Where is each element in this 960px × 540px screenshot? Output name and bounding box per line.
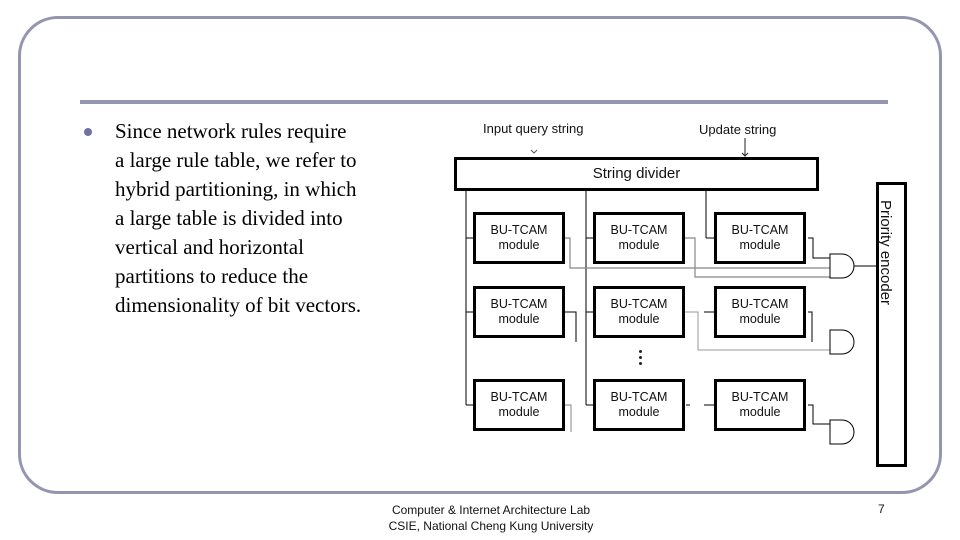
module-sublabel: module <box>739 312 781 326</box>
title-divider <box>80 100 888 104</box>
module-label: BU-TCAM <box>490 390 548 404</box>
module-r2-c3: BU-TCAM module <box>714 286 806 338</box>
update-string-label: Update string <box>699 122 777 137</box>
module-sublabel: module <box>618 238 660 252</box>
module-label: BU-TCAM <box>610 223 668 237</box>
module-sublabel: module <box>618 405 660 419</box>
footer-university: CSIE, National Cheng Kung University <box>388 519 594 533</box>
module-r3-c3: BU-TCAM module <box>714 379 806 431</box>
module-label: BU-TCAM <box>490 223 548 237</box>
module-r1-c3: BU-TCAM module <box>714 212 806 264</box>
module-sublabel: module <box>739 405 781 419</box>
module-label: BU-TCAM <box>731 223 789 237</box>
and-gate-row1-icon <box>829 253 855 279</box>
module-label: BU-TCAM <box>731 297 789 311</box>
module-r3-c1: BU-TCAM module <box>473 379 565 431</box>
input-arrow-icon <box>530 149 538 154</box>
module-label: BU-TCAM <box>610 297 668 311</box>
module-label: BU-TCAM <box>490 297 548 311</box>
module-r1-c2: BU-TCAM module <box>593 212 685 264</box>
module-r3-c2: BU-TCAM module <box>593 379 685 431</box>
module-label: BU-TCAM <box>610 390 668 404</box>
module-sublabel: module <box>498 405 540 419</box>
and-gate-row2-icon <box>829 329 855 355</box>
bullet-text: Since network rules require a large rule… <box>115 119 362 317</box>
footer-lab: Computer & Internet Architecture Lab <box>391 503 591 517</box>
string-divider-box: String divider <box>454 157 819 191</box>
bullet-icon <box>84 128 92 136</box>
architecture-diagram: Input query string Update string String … <box>440 110 920 467</box>
module-sublabel: module <box>618 312 660 326</box>
module-r2-c1: BU-TCAM module <box>473 286 565 338</box>
and-gate-row3-icon <box>829 419 855 445</box>
priority-encoder-label: Priority encoder <box>877 200 894 306</box>
slide-footer: Computer & Internet Architecture Lab CSI… <box>340 502 642 534</box>
input-query-label: Input query string <box>483 121 584 136</box>
module-label: BU-TCAM <box>731 390 789 404</box>
module-r1-c1: BU-TCAM module <box>473 212 565 264</box>
vertical-ellipsis-icon <box>639 350 643 368</box>
module-sublabel: module <box>498 238 540 252</box>
module-r2-c2: BU-TCAM module <box>593 286 685 338</box>
page-number: 7 <box>878 502 885 516</box>
module-sublabel: module <box>739 238 781 252</box>
module-sublabel: module <box>498 312 540 326</box>
